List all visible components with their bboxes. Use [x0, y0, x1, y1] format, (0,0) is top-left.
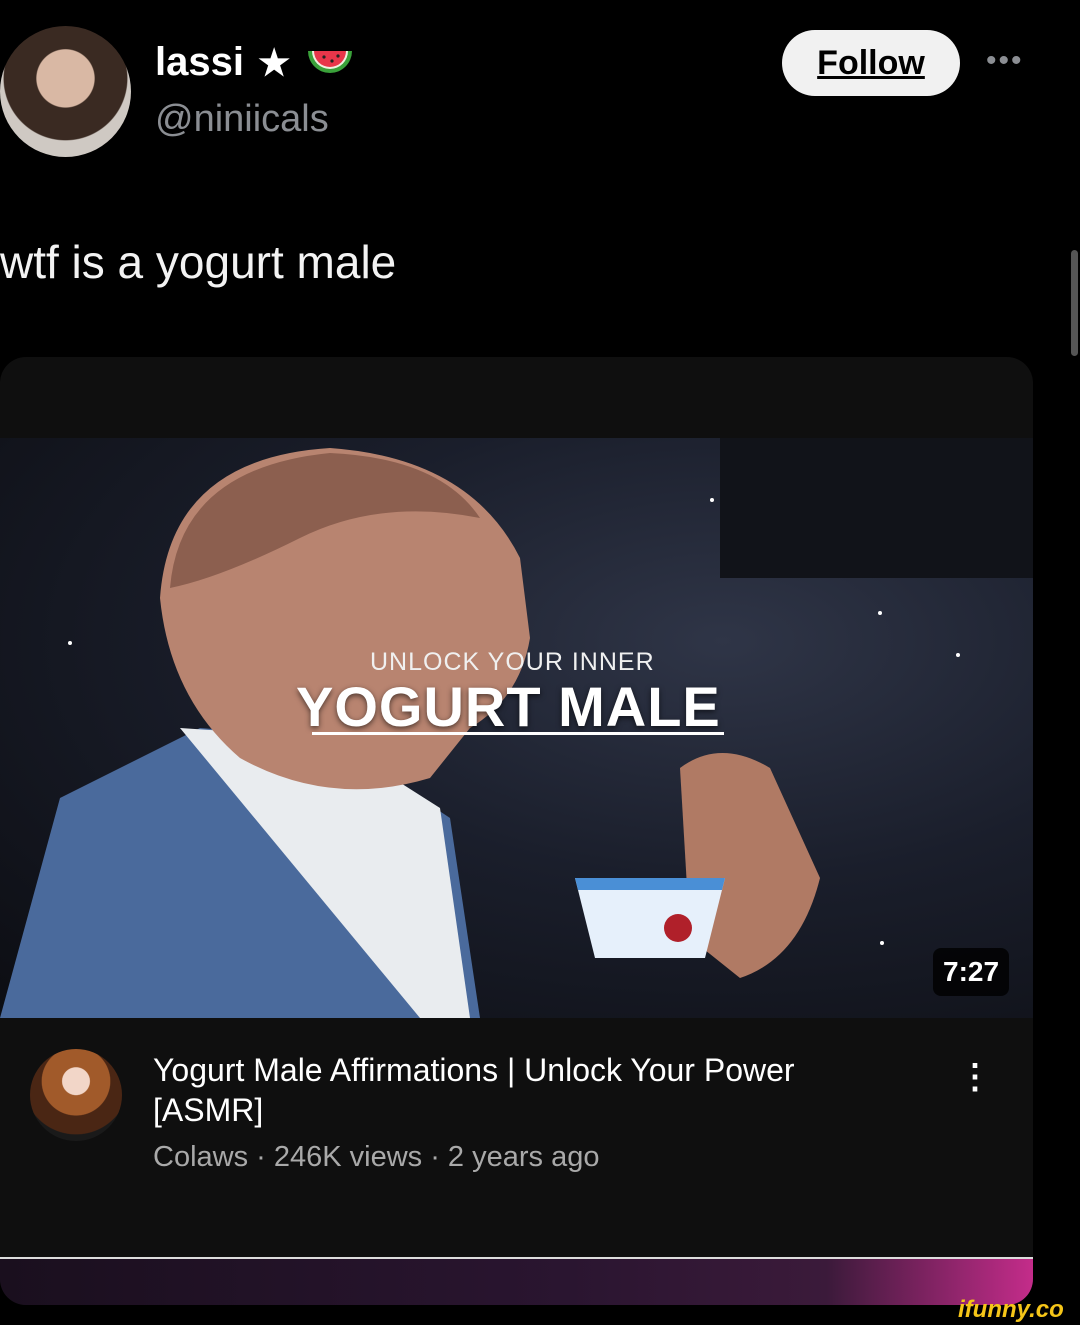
scrollbar[interactable] [1071, 250, 1078, 356]
video-thumbnail[interactable]: UNLOCK YOUR INNER YOGURT MALE 7:27 [0, 438, 1033, 1018]
video-meta: Colaws · 246K views · 2 years ago [153, 1141, 600, 1173]
post-text: wtf is a yogurt male [0, 236, 397, 288]
video-title[interactable]: Yogurt Male Affirmations | Unlock Your P… [153, 1050, 913, 1130]
handle[interactable]: @niniicals [155, 98, 329, 141]
star-icon: ★ [257, 41, 291, 83]
watermark: ifunny.co [958, 1296, 1064, 1323]
follow-button[interactable]: Follow [782, 30, 960, 96]
duration-badge: 7:27 [933, 948, 1010, 996]
kebab-menu-icon[interactable]: ⋮ [958, 1057, 992, 1097]
thumbnail-underline [312, 732, 724, 735]
channel-avatar[interactable] [30, 1049, 122, 1141]
thumbnail-caption-small: UNLOCK YOUR INNER [370, 648, 655, 676]
next-item-preview [0, 1259, 1033, 1305]
display-name[interactable]: lassi ★ [155, 40, 356, 85]
more-icon[interactable]: ••• [986, 44, 1024, 78]
avatar[interactable] [0, 26, 131, 157]
video-card[interactable]: UNLOCK YOUR INNER YOGURT MALE 7:27 Yogur… [0, 357, 1033, 1305]
display-name-text: lassi [155, 40, 244, 84]
thumbnail-caption-big: YOGURT MALE [296, 675, 721, 738]
watermelon-icon [304, 43, 356, 83]
